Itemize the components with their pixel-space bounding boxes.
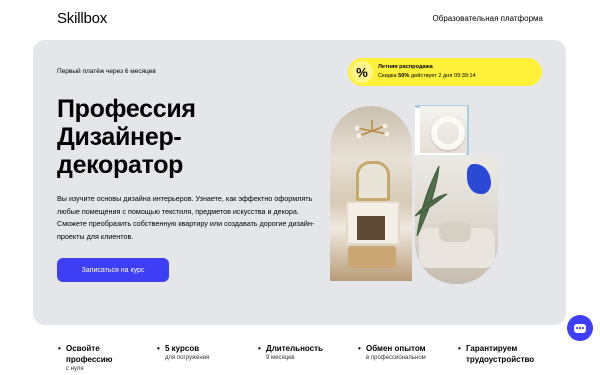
coffee-table-shape — [348, 246, 396, 268]
fireplace-opening — [357, 216, 385, 240]
feature-title: Длительность — [266, 344, 323, 353]
site-header: Skillbox Образовательная платформа — [0, 0, 600, 40]
interior-image-fireplace — [330, 106, 412, 281]
chat-bubble-icon — [574, 323, 586, 333]
title-line: Профессия — [57, 95, 196, 123]
feature-item: • Освойте профессию с нуля — [58, 343, 113, 374]
ring-vase-shape — [431, 116, 465, 150]
promo-discount: 50% — [398, 73, 410, 79]
feature-title: Освойте — [66, 344, 100, 353]
feature-subtitle: для погружения — [165, 355, 210, 361]
blue-wall-art-shape — [467, 164, 491, 194]
title-line: Дизайнер- — [57, 123, 182, 151]
feature-subtitle: в профессиональном — [366, 355, 426, 361]
feature-title: профессию — [66, 355, 113, 364]
title-line: декоратор — [57, 151, 184, 179]
features-strip: • Освойте профессию с нуля • 5 курсов дл… — [0, 343, 600, 375]
chat-button[interactable] — [567, 315, 593, 341]
course-description: Вы изучите основы дизайна интерьеров. Уз… — [57, 194, 315, 241]
feature-title: трудоустройство — [466, 355, 535, 364]
bullet-icon: • — [458, 344, 461, 353]
mirror-shape — [356, 161, 390, 201]
installment-note: Первый платёж через 6 месяцев — [57, 68, 156, 75]
bullet-icon: • — [358, 344, 361, 353]
feature-title: Обмен опытом — [366, 344, 426, 353]
hero-section: Первый платёж через 6 месяцев Профессия … — [33, 40, 566, 325]
interior-image-vase — [420, 106, 467, 153]
feature-title: 5 курсов — [165, 344, 200, 353]
feature-subtitle: 9 месяцев — [266, 355, 295, 361]
feature-item: • Обмен опытом в профессиональном — [358, 343, 426, 363]
pillow-shape — [439, 222, 471, 242]
feature-title: Гарантируем — [466, 344, 518, 353]
percent-icon: % — [351, 61, 373, 83]
bullet-icon: • — [157, 344, 160, 353]
promo-text: Скидка 50% действует 2 дня 09:39:14 — [378, 73, 476, 79]
summer-sale-banner[interactable]: % Летняя распродажа Скидка 50% действует… — [348, 58, 542, 86]
promo-text-prefix: Скидка — [378, 73, 399, 79]
feature-item: • 5 курсов для погружения — [157, 343, 210, 363]
feature-item: • Длительность 9 месяцев — [258, 343, 323, 363]
bullet-icon: • — [258, 344, 261, 353]
promo-title: Летняя распродажа — [378, 64, 433, 70]
feature-item: • Гарантируем трудоустройство — [458, 343, 535, 365]
page-title: Профессия Дизайнер- декоратор — [57, 95, 196, 179]
interior-image-sofa — [415, 156, 498, 284]
chandelier-icon — [355, 120, 389, 139]
bullet-icon: • — [58, 344, 61, 353]
promo-countdown: действует 2 дня 09:39:14 — [409, 73, 476, 79]
skillbox-logo[interactable]: Skillbox — [57, 10, 107, 27]
platform-link[interactable]: Образовательная платформа — [433, 14, 543, 23]
feature-subtitle: с нуля — [66, 366, 84, 372]
enroll-button[interactable]: Записаться на курс — [57, 258, 169, 282]
